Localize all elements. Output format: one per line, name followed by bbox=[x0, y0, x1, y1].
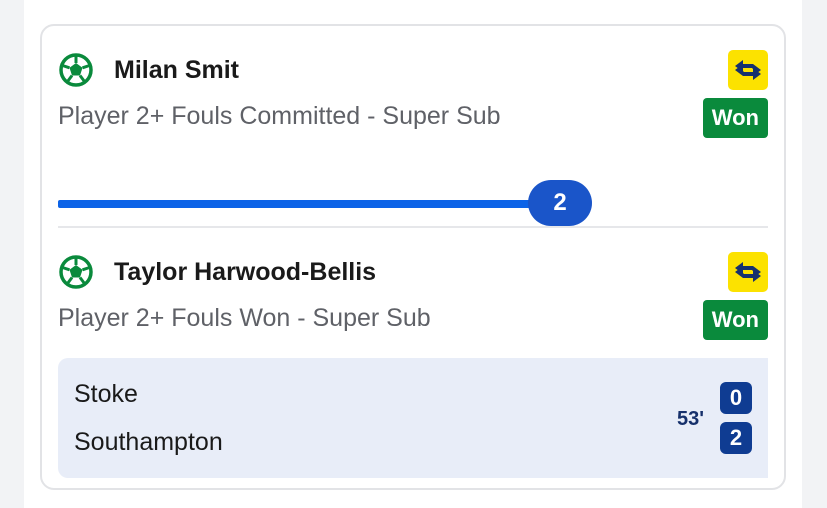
football-icon bbox=[58, 52, 94, 88]
market-name: Player 2+ Fouls Won - Super Sub bbox=[58, 304, 431, 332]
status-badge: Won bbox=[702, 98, 768, 138]
player-row: Milan Smit bbox=[58, 50, 239, 90]
swap-arrows-icon[interactable] bbox=[728, 252, 768, 292]
divider bbox=[58, 226, 768, 228]
away-score: 2 bbox=[720, 422, 752, 454]
bet-leg: Milan Smit Player 2+ Fouls Committed - S… bbox=[58, 50, 768, 226]
bet-card: Milan Smit Player 2+ Fouls Committed - S… bbox=[40, 24, 786, 490]
player-row: Taylor Harwood-Bellis bbox=[58, 252, 376, 292]
progress-bar bbox=[58, 200, 558, 208]
player-name: Milan Smit bbox=[114, 55, 240, 84]
player-name: Taylor Harwood-Bellis bbox=[114, 257, 377, 286]
home-team: Stoke bbox=[74, 380, 138, 408]
match-time: 53' bbox=[676, 408, 704, 430]
swap-arrows-icon[interactable] bbox=[728, 50, 768, 90]
bet-leg: Taylor Harwood-Bellis Player 2+ Fouls Wo… bbox=[58, 252, 768, 478]
market-name: Player 2+ Fouls Committed - Super Sub bbox=[58, 102, 501, 130]
match-scoreboard[interactable]: Stoke Southampton 53' 0 2 bbox=[58, 358, 768, 478]
progress-value: 2 bbox=[528, 180, 592, 226]
status-badge: Won bbox=[702, 300, 768, 340]
football-icon bbox=[58, 254, 94, 290]
home-score: 0 bbox=[720, 382, 752, 414]
away-team: Southampton bbox=[74, 428, 223, 456]
